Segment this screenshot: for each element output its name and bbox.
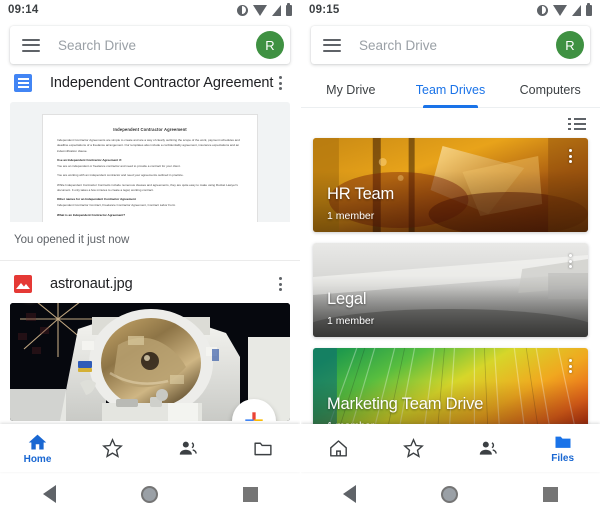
doc-preview-para: You are working with an independent cont…: [57, 173, 184, 178]
document-preview[interactable]: Independent Contractor Agreement Indepen…: [10, 102, 290, 222]
android-navigation-bar-left: [0, 472, 300, 516]
signal-icon: [571, 4, 581, 16]
search-input[interactable]: [359, 37, 556, 53]
overflow-menu-icon[interactable]: [273, 73, 288, 93]
image-preview[interactable]: [10, 303, 290, 421]
tab-computers[interactable]: Computers: [500, 72, 600, 107]
nav-item-home[interactable]: Home: [0, 424, 75, 472]
menu-icon[interactable]: [323, 38, 341, 52]
doc-preview-title: Independent Contractor Agreement: [113, 127, 187, 132]
team-drives-list: HR Team 1 member Legal 1 member Marketin…: [301, 138, 600, 442]
team-drive-name: Marketing Team Drive: [327, 395, 484, 413]
nav-item-starred[interactable]: [376, 424, 451, 472]
status-bar-right: 09:15: [301, 0, 600, 20]
status-system-icons: [536, 2, 592, 16]
back-button[interactable]: [42, 485, 56, 503]
tab-bar: My Drive Team Drives Computers: [301, 72, 600, 108]
left-phone-screen: 09:14 R Independent Contractor Agreement: [0, 0, 300, 516]
nav-item-files[interactable]: Files: [525, 424, 600, 472]
search-bar-right[interactable]: R: [311, 26, 590, 64]
battery-icon: [285, 2, 292, 16]
wifi-icon: [252, 4, 267, 16]
wifi-icon: [552, 4, 567, 16]
home-button[interactable]: [140, 485, 158, 503]
overflow-menu-icon[interactable]: [562, 356, 578, 376]
status-bar-left: 09:14: [0, 0, 300, 20]
back-button[interactable]: [343, 485, 357, 503]
nav-item-shared[interactable]: [451, 424, 526, 472]
bottom-navigation-right: Files: [301, 424, 600, 472]
status-system-icons: [236, 2, 292, 16]
nav-item-label: Home: [23, 453, 52, 465]
star-icon: [102, 437, 123, 458]
doc-preview-para: Independent Contractor Agreements are si…: [57, 138, 240, 153]
file-row-document[interactable]: Independent Contractor Agreement: [0, 64, 300, 102]
overflow-menu-icon[interactable]: [562, 146, 578, 166]
status-clock: 09:15: [309, 4, 340, 16]
team-drive-card[interactable]: Legal 1 member: [313, 243, 588, 337]
avatar[interactable]: R: [556, 31, 584, 59]
avatar[interactable]: R: [256, 31, 284, 59]
doc-preview-para: While Independent Contractor Contracts i…: [57, 182, 238, 192]
doc-preview-para: What is an Independent Contractor Agreem…: [57, 212, 126, 217]
doc-preview-para: Use an Independent Contractor Agreement …: [57, 157, 122, 162]
team-drive-name: HR Team: [327, 185, 395, 203]
google-plus-icon: [245, 412, 263, 421]
team-drive-members: 1 member: [327, 315, 375, 327]
tab-my-drive[interactable]: My Drive: [301, 72, 401, 107]
folder-icon: [555, 436, 571, 448]
overflow-menu-icon[interactable]: [272, 274, 288, 294]
nav-item-label: Files: [551, 453, 575, 464]
file-list: Independent Contractor Agreement Indepen…: [0, 64, 300, 472]
home-button[interactable]: [440, 485, 458, 503]
folder-icon: [253, 442, 272, 455]
bottom-navigation-left: Home: [0, 424, 300, 472]
document-page: Independent Contractor Agreement Indepen…: [42, 114, 258, 222]
tab-label: My Drive: [326, 82, 376, 97]
nav-item-home[interactable]: [301, 424, 376, 472]
status-clock: 09:14: [8, 4, 39, 16]
team-drive-name: Legal: [327, 290, 367, 308]
right-phone-screen: 09:15 R My Drive Team Drives: [300, 0, 600, 516]
search-input[interactable]: [58, 37, 256, 53]
tab-label: Computers: [519, 82, 581, 97]
overflow-menu-icon[interactable]: [562, 251, 578, 271]
tab-label: Team Drives: [415, 82, 486, 97]
dual-screenshot-container: 09:14 R Independent Contractor Agreement: [0, 0, 600, 516]
menu-icon[interactable]: [22, 38, 40, 52]
dnd-icon: [236, 4, 248, 16]
list-view-icon[interactable]: [568, 118, 586, 130]
doc-preview-para: Other names for an Independent Contracto…: [57, 197, 136, 201]
star-icon: [402, 437, 424, 458]
home-icon: [329, 439, 347, 457]
dnd-icon: [536, 4, 548, 16]
file-subtitle: You opened it just now: [0, 222, 300, 261]
nav-item-shared[interactable]: [150, 424, 225, 472]
file-row-image[interactable]: astronaut.jpg: [0, 265, 300, 303]
android-navigation-bar-right: [301, 472, 600, 516]
nav-item-files[interactable]: [225, 424, 300, 472]
view-toggle-row: [301, 108, 600, 138]
search-bar-left[interactable]: R: [10, 26, 290, 64]
doc-preview-para: Independent Contractor Contract, Freelan…: [57, 203, 176, 208]
image-file-icon: [14, 275, 32, 293]
file-name: astronaut.jpg: [50, 276, 133, 292]
doc-preview-para: You are an independent or freelance cont…: [57, 164, 181, 168]
tab-team-drives[interactable]: Team Drives: [401, 72, 501, 108]
file-name: Independent Contractor Agreement: [50, 75, 274, 91]
team-drive-members: 1 member: [327, 210, 375, 222]
recents-button[interactable]: [242, 486, 258, 502]
google-docs-icon: [14, 74, 32, 92]
recents-button[interactable]: [542, 486, 558, 502]
signal-icon: [271, 4, 281, 16]
team-drive-card[interactable]: HR Team 1 member: [313, 138, 588, 232]
search-bar-container-right: R: [301, 20, 600, 72]
battery-icon: [585, 2, 592, 16]
home-icon: [28, 434, 47, 449]
nav-item-starred[interactable]: [75, 424, 150, 472]
people-icon: [179, 441, 197, 455]
people-icon: [479, 441, 497, 455]
